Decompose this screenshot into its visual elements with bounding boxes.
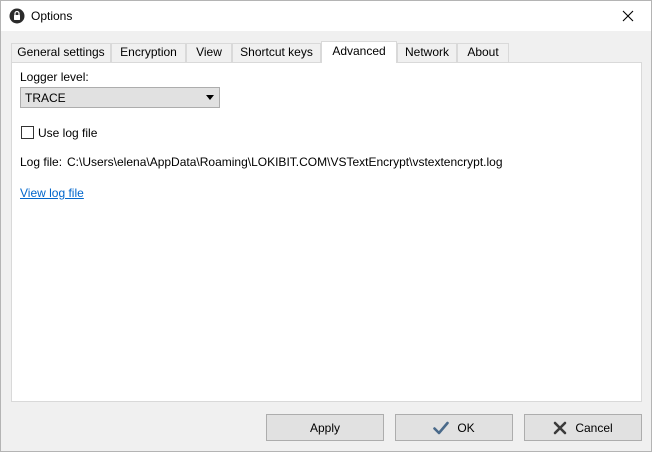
tab-label: View: [196, 45, 222, 59]
log-file-label: Log file:: [20, 155, 63, 169]
logger-level-label: Logger level:: [20, 70, 89, 84]
tab-general-settings[interactable]: General settings: [11, 43, 111, 62]
cancel-x-icon: [554, 421, 567, 434]
tab-network[interactable]: Network: [397, 43, 457, 62]
apply-button[interactable]: Apply: [266, 414, 384, 441]
advanced-panel: Logger level: TRACE Use log file Log fil…: [11, 62, 642, 402]
options-dialog: Options General settings Encryption View…: [0, 0, 652, 452]
window-title: Options: [31, 9, 73, 23]
chevron-down-icon: [206, 95, 214, 100]
tab-label: General settings: [17, 45, 105, 59]
tab-label: Encryption: [120, 45, 177, 59]
tab-strip: General settings Encryption View Shortcu…: [11, 41, 643, 63]
close-icon: [622, 10, 634, 22]
cancel-button[interactable]: Cancel: [524, 414, 642, 441]
checkmark-icon: [433, 421, 450, 434]
view-log-file-link[interactable]: View log file: [20, 186, 84, 200]
tab-encryption[interactable]: Encryption: [111, 43, 186, 62]
log-file-path: C:\Users\elena\AppData\Roaming\LOKIBIT.C…: [67, 155, 503, 169]
tab-label: Advanced: [332, 44, 386, 58]
ok-label: OK: [457, 420, 475, 435]
tab-shortcut-keys[interactable]: Shortcut keys: [232, 43, 321, 62]
tab-advanced[interactable]: Advanced: [321, 41, 397, 63]
tab-view[interactable]: View: [186, 43, 232, 62]
ok-button[interactable]: OK: [395, 414, 513, 441]
tab-label: Network: [404, 45, 449, 59]
use-log-file-label[interactable]: Use log file: [38, 126, 97, 140]
use-log-file-checkbox[interactable]: [21, 126, 34, 139]
cancel-label: Cancel: [575, 420, 613, 435]
logger-level-select[interactable]: TRACE: [20, 87, 220, 108]
apply-label: Apply: [309, 420, 341, 435]
tab-label: About: [467, 45, 499, 59]
tab-about[interactable]: About: [457, 43, 509, 62]
title-bar: Options: [1, 1, 651, 31]
tab-label: Shortcut keys: [240, 45, 313, 59]
padlock-icon: [9, 8, 25, 24]
close-button[interactable]: [605, 1, 651, 31]
logger-level-value: TRACE: [25, 91, 66, 105]
